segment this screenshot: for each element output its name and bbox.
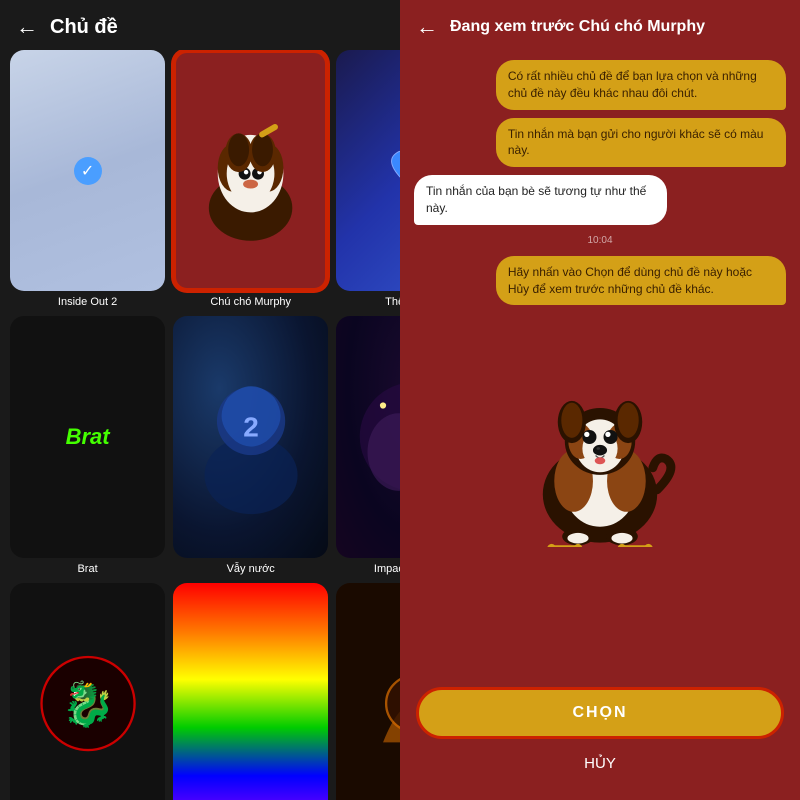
theme-card-brat[interactable]: Brat bbox=[10, 316, 165, 557]
theme-item-inside-out-2[interactable]: ✓ Inside Out 2 bbox=[10, 50, 165, 308]
murphy-preview-svg bbox=[176, 53, 325, 288]
theme-item-murphy[interactable]: Chú chó Murphy bbox=[173, 50, 328, 308]
right-title: Đang xem trước Chú chó Murphy bbox=[450, 18, 705, 36]
huy-button[interactable]: HỦY bbox=[416, 747, 784, 780]
themes-grid: ✓ Inside Out 2 bbox=[0, 50, 400, 800]
theme-item-vaynuoc[interactable]: 2 Vẫy nước bbox=[173, 316, 328, 574]
theme-item-rong[interactable]: 🐉 Gia tộc Rồng bbox=[10, 583, 165, 800]
dog-preview bbox=[500, 347, 700, 547]
message-time: 10:04 bbox=[587, 235, 612, 246]
theme-card-thevan[interactable] bbox=[336, 50, 400, 291]
theme-card-impact[interactable]: ♪ bbox=[336, 316, 400, 557]
theme-card-vaynuoc[interactable]: 2 bbox=[173, 316, 328, 557]
theme-card-murphy[interactable] bbox=[173, 50, 328, 291]
brat-text: Brat bbox=[66, 424, 110, 450]
selected-check: ✓ bbox=[74, 157, 102, 185]
theme-label-brat: Brat bbox=[77, 563, 97, 575]
impact-svg: ♪ bbox=[352, 340, 400, 533]
water-svg: 2 bbox=[189, 340, 313, 533]
theme-card-rong[interactable]: 🐉 bbox=[10, 583, 165, 800]
dragon-svg: 🐉 bbox=[26, 607, 150, 800]
left-panel: ← Chủ đề ✓ Inside Out 2 bbox=[0, 0, 400, 800]
theme-item-cod[interactable]: ☠ Call of Duty bbox=[336, 583, 400, 800]
chon-button[interactable]: CHỌN bbox=[416, 687, 784, 739]
theme-label-inside-out: Inside Out 2 bbox=[58, 296, 117, 308]
right-header: ← Đang xem trước Chú chó Murphy bbox=[400, 0, 800, 50]
theme-label-impact: Impact Throug... bbox=[374, 563, 400, 575]
bottom-buttons: CHỌN HỦY bbox=[400, 677, 800, 800]
theme-item-thevan[interactable]: Thể vận hội bbox=[336, 50, 400, 308]
theme-item-impact[interactable]: ♪ Impact Throug... bbox=[336, 316, 400, 574]
right-panel: ← Đang xem trước Chú chó Murphy Có rất n… bbox=[400, 0, 800, 800]
theme-label-vaynuoc: Vẫy nước bbox=[227, 563, 275, 575]
message-bubble-right-3: Hãy nhấn vào Chọn để dùng chủ đề này hoặ… bbox=[496, 256, 786, 306]
back-arrow-left[interactable]: ← bbox=[16, 14, 38, 40]
theme-label-thevan: Thể vận hội bbox=[385, 296, 400, 308]
message-bubble-right-2: Tin nhắn mà bạn gửi cho người khác sẽ có… bbox=[496, 118, 786, 168]
theme-item-brat[interactable]: Brat Brat bbox=[10, 316, 165, 574]
theme-card-inside-out[interactable]: ✓ bbox=[10, 50, 165, 291]
theme-card-cod[interactable]: ☠ bbox=[336, 583, 400, 800]
left-header: ← Chủ đề bbox=[0, 0, 400, 50]
svg-text:🐉: 🐉 bbox=[61, 679, 115, 729]
svg-text:2: 2 bbox=[243, 412, 259, 443]
heart-svg bbox=[386, 143, 400, 198]
murphy-dog-svg bbox=[510, 327, 690, 547]
message-bubble-right-1: Có rất nhiều chủ đề để bạn lựa chọn và n… bbox=[496, 60, 786, 110]
message-bubble-left-1: Tin nhắn của bạn bè sẽ tương tự như thế … bbox=[414, 175, 667, 225]
cod-svg: ☠ bbox=[352, 607, 400, 800]
back-arrow-right[interactable]: ← bbox=[416, 14, 438, 40]
theme-label-murphy: Chú chó Murphy bbox=[210, 296, 291, 308]
left-title: Chủ đề bbox=[50, 16, 118, 39]
chat-area: Có rất nhiều chủ đề để bạn lựa chọn và n… bbox=[400, 50, 800, 677]
theme-item-tuhao[interactable]: Tự hào bbox=[173, 583, 328, 800]
theme-card-tuhao[interactable] bbox=[173, 583, 328, 800]
